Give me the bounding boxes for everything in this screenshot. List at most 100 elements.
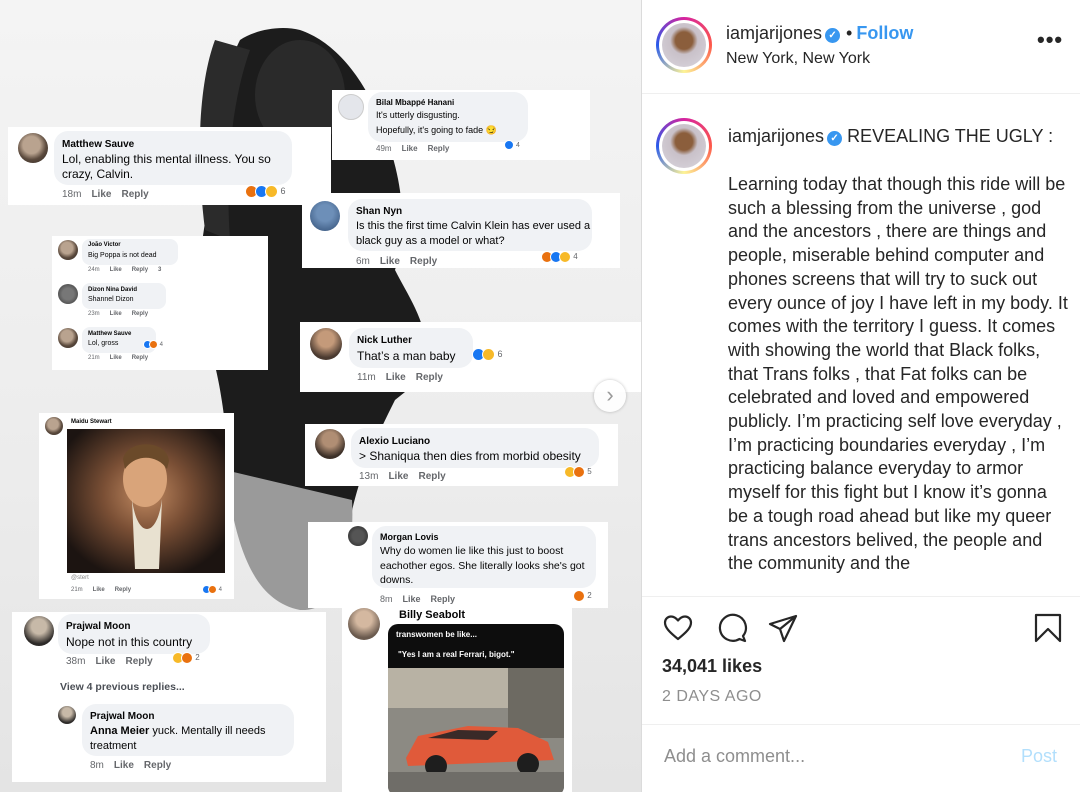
header-divider bbox=[642, 93, 1080, 94]
comment-author[interactable]: Nick Luther bbox=[357, 335, 412, 346]
next-slide-button[interactable]: › bbox=[594, 380, 626, 412]
avatar bbox=[310, 328, 342, 360]
reply-link[interactable]: Reply bbox=[125, 656, 152, 667]
like-link[interactable]: Like bbox=[388, 471, 408, 482]
car-photo bbox=[388, 668, 564, 792]
reply-link[interactable]: Reply bbox=[132, 355, 148, 361]
comment-card: Alexio Luciano > Shaniqua then dies from… bbox=[305, 424, 618, 486]
comment-text: It's utterly disgusting. bbox=[376, 110, 460, 120]
comment-author[interactable]: João Victor bbox=[88, 242, 121, 248]
comment-author[interactable]: Billy Seabolt bbox=[399, 609, 465, 621]
count: 4 bbox=[573, 252, 578, 262]
reaction-count: 6 bbox=[245, 185, 286, 198]
comment-time: 38m bbox=[66, 656, 86, 667]
comment-author[interactable]: Bilal Mbappé Hanani bbox=[376, 98, 454, 107]
add-comment-input[interactable] bbox=[662, 745, 996, 768]
caption-divider bbox=[642, 596, 1080, 597]
profile-avatar[interactable] bbox=[656, 17, 712, 73]
like-heart-icon[interactable] bbox=[662, 612, 694, 644]
comment-author[interactable]: Prajwal Moon bbox=[66, 621, 130, 632]
comment-author[interactable]: Shan Nyn bbox=[356, 206, 402, 217]
reply-link[interactable]: Reply bbox=[418, 471, 445, 482]
reply-link[interactable]: Reply bbox=[115, 587, 131, 593]
panel-divider bbox=[641, 0, 642, 792]
comment-author[interactable]: Alexio Luciano bbox=[359, 436, 430, 447]
view-previous-replies-link[interactable]: View 4 previous replies... bbox=[60, 681, 185, 693]
location-link[interactable]: New York, New York bbox=[726, 50, 870, 68]
like-link[interactable]: Like bbox=[95, 656, 115, 667]
share-paper-plane-icon[interactable] bbox=[767, 612, 799, 644]
comment-gif bbox=[67, 429, 225, 573]
more-options-icon[interactable]: ••• bbox=[1037, 29, 1063, 51]
comment-time: 18m bbox=[62, 189, 82, 200]
reply-link[interactable]: Reply bbox=[121, 189, 148, 200]
reply-link[interactable]: Reply bbox=[431, 594, 456, 604]
post-header-user: iamjarijones ✓ • Follow bbox=[726, 23, 913, 44]
comment-meta: 21m Like Reply bbox=[88, 355, 158, 361]
angry-reaction-icon bbox=[573, 466, 585, 478]
comment-meta: 6m Like Reply bbox=[356, 256, 447, 267]
count: 6 bbox=[280, 185, 286, 196]
verified-badge-icon: ✓ bbox=[827, 131, 843, 146]
comment-text: Anna Meier yuck. Mentally ill needs trea… bbox=[90, 724, 295, 754]
follow-button[interactable]: Follow bbox=[856, 23, 913, 43]
reply-link[interactable]: Reply bbox=[428, 144, 450, 153]
mention[interactable]: Anna Meier bbox=[90, 725, 149, 737]
caption-username-link[interactable]: iamjarijones bbox=[728, 126, 824, 146]
avatar bbox=[348, 526, 368, 546]
reply-link[interactable]: Reply bbox=[132, 267, 148, 273]
save-bookmark-icon[interactable] bbox=[1032, 612, 1064, 644]
like-link[interactable]: Like bbox=[110, 311, 122, 317]
comment-bubble-icon[interactable] bbox=[716, 612, 748, 644]
reaction-count: 4 bbox=[504, 140, 520, 150]
comment-author[interactable]: Morgan Lovis bbox=[380, 532, 439, 542]
comment-author[interactable]: Matthew Sauve bbox=[62, 139, 134, 150]
avatar bbox=[348, 608, 380, 640]
comment-text: Lol, gross bbox=[88, 340, 119, 347]
like-link[interactable]: Like bbox=[91, 189, 111, 200]
comment-time: 21m bbox=[71, 587, 83, 593]
avatar bbox=[310, 201, 340, 231]
count: 6 bbox=[497, 348, 503, 359]
like-link[interactable]: Like bbox=[380, 256, 400, 267]
post-timestamp: 2 DAYS AGO bbox=[662, 688, 762, 705]
username-link[interactable]: iamjarijones bbox=[726, 23, 822, 43]
like-link[interactable]: Like bbox=[110, 355, 122, 361]
avatar bbox=[58, 328, 78, 348]
caption-avatar[interactable] bbox=[656, 118, 712, 174]
comment-time: 13m bbox=[359, 471, 379, 482]
post-media-panel[interactable]: Bilal Mbappé Hanani It's utterly disgust… bbox=[0, 0, 641, 792]
comment-author[interactable]: Prajwal Moon bbox=[90, 711, 154, 722]
like-link[interactable]: Like bbox=[110, 267, 122, 273]
likes-count[interactable]: 34,041 likes bbox=[662, 656, 762, 677]
caption-header: iamjarijones ✓ REVEALING THE UGLY : bbox=[728, 126, 1053, 147]
comment-text: Big Poppa is not dead bbox=[88, 252, 157, 259]
avatar bbox=[338, 94, 364, 120]
like-link[interactable]: Like bbox=[386, 372, 406, 383]
like-link[interactable]: Like bbox=[114, 760, 134, 771]
count: 4 bbox=[218, 587, 223, 594]
reply-link[interactable]: Reply bbox=[410, 256, 437, 267]
reply-link[interactable]: Reply bbox=[416, 372, 443, 383]
avatar bbox=[58, 706, 76, 724]
reply-link[interactable]: Reply bbox=[144, 760, 171, 771]
comment-meta: 49m Like Reply bbox=[376, 144, 459, 153]
comment-meta: 8m Like Reply bbox=[380, 594, 465, 604]
like-link[interactable]: Like bbox=[93, 587, 105, 593]
comment-author[interactable]: Dizon Nina David bbox=[88, 287, 137, 293]
post-comment-button[interactable]: Post bbox=[1021, 746, 1057, 767]
caption-text: Learning today that though this ride wil… bbox=[728, 174, 1068, 574]
comment-author[interactable]: Maidu Stewart bbox=[71, 419, 112, 425]
comment-meta: 24m Like Reply 3 bbox=[88, 267, 161, 273]
reaction-count: 3 bbox=[158, 267, 162, 273]
reply-link[interactable]: Reply bbox=[132, 311, 148, 317]
comment-author[interactable]: Matthew Sauve bbox=[88, 331, 131, 337]
comment-thread-card: João Victor Big Poppa is not dead 24m Lik… bbox=[52, 236, 268, 370]
avatar bbox=[24, 616, 54, 646]
angry-reaction-icon bbox=[149, 340, 158, 349]
comment-time: 8m bbox=[380, 594, 393, 604]
count: 2 bbox=[587, 591, 592, 601]
gif-image bbox=[67, 429, 225, 573]
like-link[interactable]: Like bbox=[403, 594, 421, 604]
like-link[interactable]: Like bbox=[402, 144, 418, 153]
